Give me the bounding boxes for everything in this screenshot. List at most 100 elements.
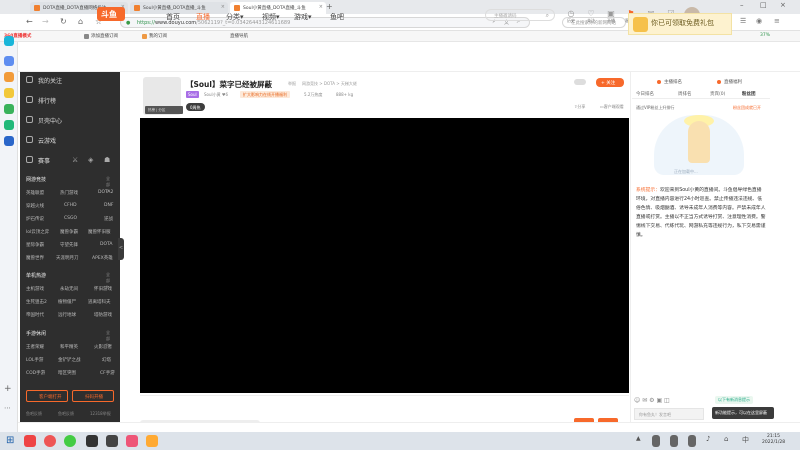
anchor-name[interactable]: Soul小黄 ♥6 (204, 92, 228, 98)
category-item[interactable]: 英雄联盟 (26, 190, 44, 196)
bag-icon[interactable]: ▣ (656, 397, 662, 404)
app-icon[interactable] (106, 435, 118, 447)
browser-icon[interactable] (44, 435, 56, 447)
category-item[interactable]: 天涯明月刀 (56, 255, 79, 261)
category-item[interactable]: 炉石传说 (26, 216, 44, 222)
open-client-button[interactable]: 客户端打开 (26, 390, 68, 402)
app-icon[interactable] (4, 72, 14, 82)
add-icon[interactable]: + (4, 384, 14, 394)
volume-icon[interactable]: ♪ (706, 435, 714, 447)
footer-link[interactable]: 鱼吧反馈 (58, 411, 74, 417)
bookmark-item[interactable]: 直播导航 (230, 33, 248, 39)
room-breadcrumb[interactable]: 网游竞技 > DOTA > 天梯大佬 (302, 81, 357, 87)
sidebar-item-follow[interactable]: 我的关注 (26, 76, 62, 85)
app-icon[interactable] (4, 104, 14, 114)
follow-button[interactable]: + 关注 (596, 78, 624, 87)
minimize-icon[interactable]: – (740, 1, 744, 9)
category-item[interactable]: CFHD (64, 203, 77, 208)
category-item[interactable]: 金铲铲之战 (58, 357, 81, 363)
client-watch-button[interactable]: ▭客户端观看 (600, 104, 624, 110)
app-icon[interactable] (4, 120, 14, 130)
new-tab-icon[interactable]: + (326, 2, 333, 11)
category-item[interactable]: 守望先锋 (60, 242, 78, 248)
more-icon[interactable]: ⋯ (4, 404, 14, 414)
menu-icon[interactable]: ≡ (774, 17, 780, 25)
bookmark-item[interactable]: 添加直播订阅 (84, 33, 118, 39)
settings-icon[interactable]: ⚙ (649, 397, 654, 404)
category-item[interactable]: 星际争霸 (26, 242, 44, 248)
app-icon[interactable] (4, 56, 14, 66)
browser-icon[interactable] (64, 435, 76, 447)
sidebar-item-events[interactable]: 赛事 (26, 156, 50, 165)
category-item[interactable]: DOTA2 (98, 190, 113, 195)
url-input[interactable]: ● https://www.douyu.com/5062119?_t=0.034… (120, 17, 530, 28)
category-item[interactable]: LOL手游 (26, 357, 43, 363)
category-item[interactable]: DNF (104, 203, 113, 208)
sidebar-item-ranking[interactable]: 排行榜 (26, 96, 56, 105)
tab-weekly-rank[interactable]: 周排名 (678, 91, 692, 97)
app-icon[interactable] (86, 435, 98, 447)
sidebar-item-shell-center[interactable]: 贝壳中心 (26, 116, 62, 125)
ime-icon[interactable]: 中 (742, 435, 750, 447)
game-icon[interactable]: ⚔ (72, 156, 78, 164)
chat-input[interactable]: 你有鱼丸！发言吧 (634, 408, 704, 420)
bookmark-item[interactable]: 我的订阅 (142, 33, 167, 39)
promo-tag[interactable]: 扩大影响力在线开播福利 (240, 91, 290, 98)
category-item[interactable]: 逆战 (104, 216, 113, 222)
home-icon[interactable]: ⌂ (78, 17, 83, 26)
category-item[interactable]: 逃离塔科夫 (88, 299, 111, 305)
tray-icon[interactable] (688, 435, 696, 447)
notify-toggle[interactable] (574, 79, 586, 85)
category-item[interactable]: 魔兽争霸 (60, 229, 78, 235)
system-clock[interactable]: 21:15 2022/1/28 (762, 434, 785, 446)
category-item[interactable]: 热门游戏 (60, 190, 78, 196)
extensions-icon[interactable]: ☰ (740, 17, 746, 25)
back-icon[interactable]: ← (26, 17, 33, 26)
category-item[interactable]: 帝国时代 (26, 312, 44, 318)
promo-banner[interactable]: 你已可领取免费礼包 (628, 13, 732, 35)
tray-icon[interactable] (652, 435, 660, 447)
category-item[interactable]: DOTA (100, 242, 113, 247)
video-player[interactable] (140, 118, 629, 393)
category-item[interactable]: COD手游 (26, 370, 45, 376)
fan-club-link[interactable]: 粉丝团成就已开 (733, 105, 761, 111)
nav-game[interactable]: 游戏▾ (294, 12, 312, 22)
category-item[interactable]: 火影忍者 (94, 344, 112, 350)
message-icon[interactable]: ✉ (642, 397, 647, 404)
start-icon[interactable]: ⊞ (6, 435, 18, 447)
category-item[interactable]: CF手游 (100, 370, 115, 376)
nav-category[interactable]: 分类▾ (226, 12, 244, 22)
anchor-rank-button[interactable]: 主播排名 (652, 77, 686, 87)
nav-fishbar[interactable]: 鱼吧 (330, 12, 344, 22)
scan-stream-button[interactable]: 扫码开播 (72, 390, 114, 402)
nav-video[interactable]: 视频▾ (262, 12, 280, 22)
nav-live[interactable]: 直播 (196, 12, 210, 22)
network-icon[interactable]: ⌂ (724, 435, 732, 447)
live-welfare-button[interactable]: 直播福利 (712, 77, 746, 87)
game-icon[interactable]: ☗ (104, 156, 110, 164)
app-icon[interactable] (24, 435, 36, 447)
maximize-icon[interactable]: □ (760, 1, 767, 9)
category-item[interactable]: 植物僵尸 (58, 299, 76, 305)
close-window-icon[interactable]: × (780, 1, 786, 9)
category-item[interactable]: 永劫无间 (60, 286, 78, 292)
new-message-hint[interactable]: 以下有新消息提示 (715, 396, 753, 404)
category-item[interactable]: 暗区突围 (58, 370, 76, 376)
category-item[interactable]: CSGO (64, 216, 77, 221)
category-item[interactable]: 主机游戏 (26, 286, 44, 292)
box-icon[interactable]: ◫ (664, 397, 670, 404)
footer-link[interactable]: 鱼吧反馈 (26, 411, 42, 417)
category-item[interactable]: lol云顶之弈 (26, 229, 49, 235)
close-tab-icon[interactable]: × (319, 4, 323, 10)
app-icon[interactable] (4, 136, 14, 146)
tray-icon[interactable]: ▲ (636, 435, 644, 447)
category-item[interactable]: 穿越火线 (26, 203, 44, 209)
app-icon[interactable] (4, 36, 14, 46)
category-item[interactable]: 魔兽怀旧服 (88, 229, 111, 235)
game-icon[interactable]: ◈ (88, 156, 93, 164)
site-logo[interactable]: 斗鱼 (97, 7, 125, 21)
category-item[interactable]: 生死狙击2 (26, 299, 47, 305)
app-icon[interactable] (126, 435, 138, 447)
emoji-icon[interactable]: ☺ (634, 397, 640, 404)
forward-icon[interactable]: → (42, 17, 49, 26)
